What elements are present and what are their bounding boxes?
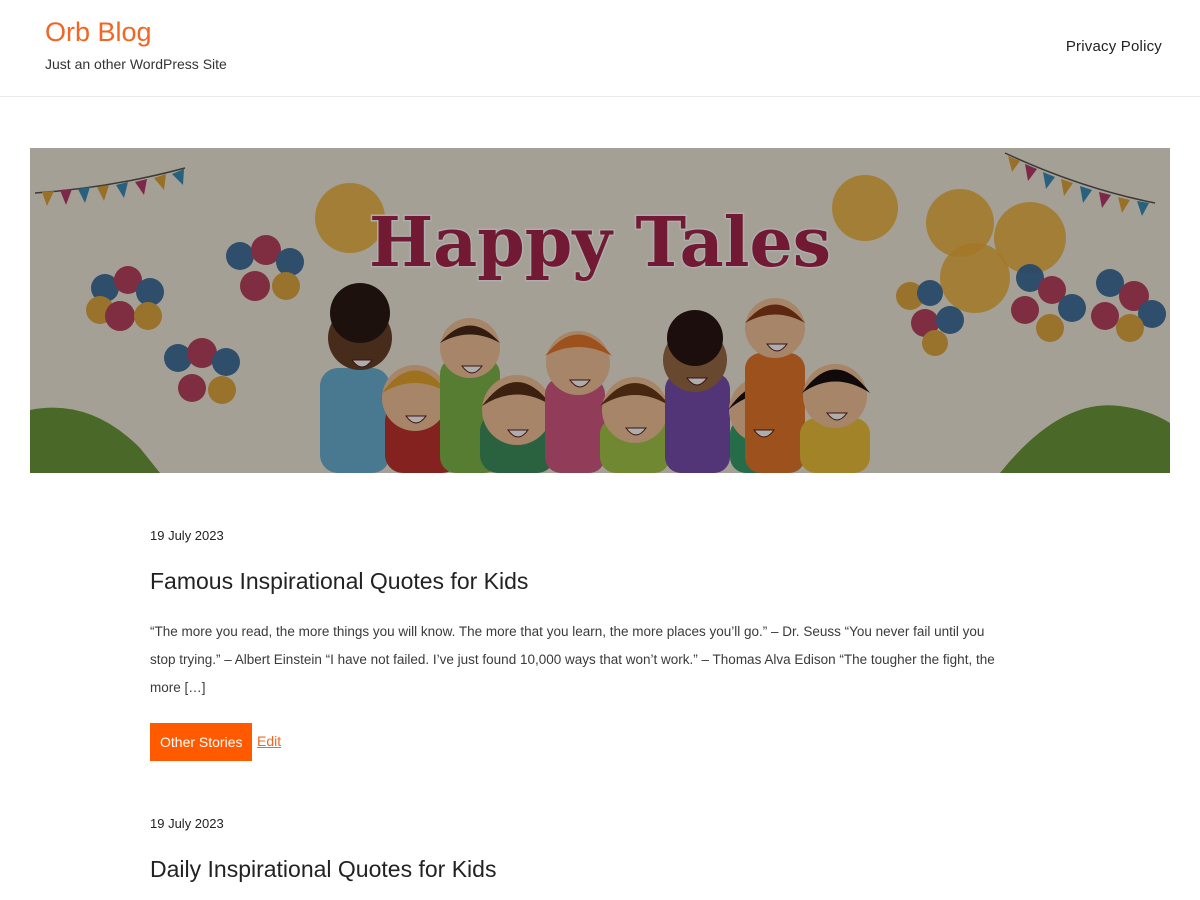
featured-banner-image[interactable]: Happy Tales	[30, 148, 1170, 473]
post-title-link[interactable]: Famous Inspirational Quotes for Kids	[150, 568, 528, 595]
banner-illustration: Happy Tales	[30, 148, 1170, 473]
category-button-other-stories[interactable]: Other Stories	[150, 723, 253, 761]
site-title-link[interactable]: Orb Blog	[45, 15, 152, 49]
post-date: 19 July 2023	[150, 528, 224, 543]
post-excerpt: “The more you read, the more things you …	[150, 624, 995, 695]
post-card: 19 July 2023 Daily Inspirational Quotes …	[150, 816, 1010, 896]
site-tagline: Just an other WordPress Site	[45, 56, 227, 72]
nav-item-privacy-policy[interactable]: Privacy Policy	[1066, 38, 1162, 55]
post-title-link[interactable]: Daily Inspirational Quotes for Kids	[150, 856, 496, 883]
post-date: 19 July 2023	[150, 816, 224, 831]
edit-post-link[interactable]: Edit	[257, 733, 281, 749]
site-header: Orb Blog Just an other WordPress Site Pr…	[0, 0, 1200, 97]
post-card: 19 July 2023 Famous Inspirational Quotes…	[150, 528, 1010, 763]
